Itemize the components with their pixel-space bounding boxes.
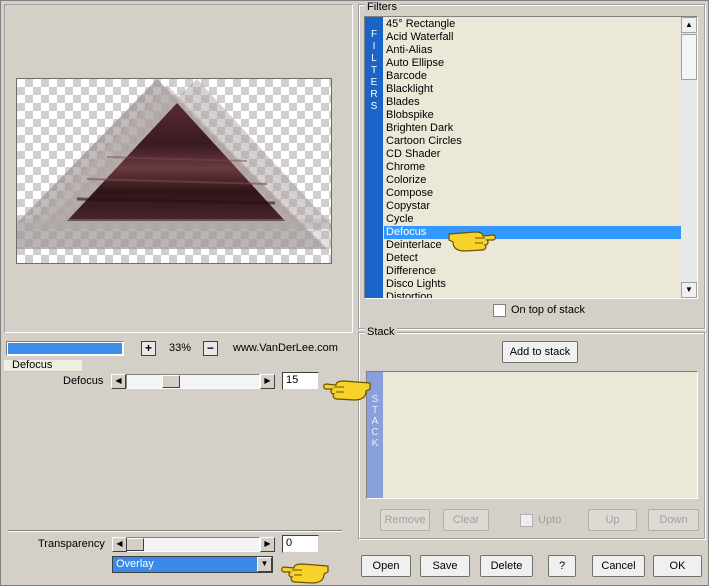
zoom-level: 33% — [168, 342, 192, 354]
divider — [8, 530, 342, 531]
blend-mode-value: Overlay — [116, 558, 154, 570]
preview-canvas[interactable] — [16, 78, 332, 264]
band-letter: T — [370, 65, 378, 76]
ok-button[interactable]: OK — [653, 555, 702, 577]
website-link[interactable]: www.VanDerLee.com — [233, 342, 338, 354]
zoom-out-button[interactable]: − — [203, 341, 218, 356]
filter-list-item[interactable]: Detect — [384, 252, 681, 265]
open-button[interactable]: Open — [361, 555, 411, 577]
band-letter: L — [371, 53, 377, 64]
filter-list-item[interactable]: Blades — [384, 96, 681, 109]
filter-list-item[interactable]: Colorize — [384, 174, 681, 187]
down-button[interactable]: Down — [648, 509, 699, 531]
upto-checkbox[interactable] — [520, 514, 533, 527]
transparency-slider[interactable] — [112, 537, 260, 552]
upto-label: Upto — [538, 514, 562, 526]
filter-list-item[interactable]: Chrome — [384, 161, 681, 174]
filter-list-items[interactable]: 45° Rectangle Acid Waterfall Anti-Alias Aut… — [384, 18, 681, 298]
band-letter: R — [370, 89, 378, 100]
blend-mode-select[interactable]: Overlay ▼ — [112, 556, 273, 573]
filter-list-item[interactable]: Blobspike — [384, 109, 681, 122]
filter-list-item[interactable]: Barcode — [384, 70, 681, 83]
filter-list-item[interactable]: Disco Lights — [384, 278, 681, 291]
stack-group-title: Stack — [365, 326, 397, 338]
scroll-up-button[interactable]: ▲ — [681, 17, 697, 33]
band-letter: I — [372, 41, 376, 52]
filter-list-item[interactable]: Copystar — [384, 200, 681, 213]
filter-list[interactable]: FILTERS 45° Rectangle Acid Waterfall Anti-… — [364, 16, 698, 299]
band-letter: T — [371, 405, 379, 416]
up-button[interactable]: Up — [588, 509, 637, 531]
filters-band: FILTERS — [365, 17, 383, 298]
filter-list-item[interactable]: Defocus — [384, 226, 681, 239]
filter-list-item[interactable]: Anti-Alias — [384, 44, 681, 57]
filter-list-item[interactable]: CD Shader — [384, 148, 681, 161]
scroll-thumb[interactable] — [681, 34, 697, 80]
dropdown-arrow-icon[interactable]: ▼ — [257, 557, 272, 572]
pointing-hand-icon — [323, 380, 371, 401]
defocus-label: Defocus — [63, 375, 104, 387]
progress-fill — [8, 343, 122, 354]
render-progress-bar — [6, 341, 124, 356]
defocus-increase-button[interactable]: ▶ — [260, 374, 275, 389]
defocus-decrease-button[interactable]: ◀ — [111, 374, 126, 389]
defocus-slider[interactable] — [126, 374, 260, 389]
transparency-value-field[interactable]: 0 — [282, 535, 319, 553]
filter-list-item[interactable]: Deinterlace — [384, 239, 681, 252]
remove-button[interactable]: Remove — [380, 509, 430, 531]
on-top-of-stack-checkbox[interactable] — [493, 304, 506, 317]
filter-list-item[interactable]: Cartoon Circles — [384, 135, 681, 148]
stack-list[interactable]: STACK — [366, 371, 698, 499]
band-letter: K — [371, 438, 379, 449]
on-top-of-stack-label: On top of stack — [511, 304, 585, 316]
band-letter: A — [371, 416, 379, 427]
defocus-slider-thumb[interactable] — [162, 375, 180, 388]
help-button[interactable]: ? — [548, 555, 576, 577]
filter-list-item[interactable]: Difference — [384, 265, 681, 278]
band-letter: S — [370, 101, 378, 112]
cancel-button[interactable]: Cancel — [592, 555, 645, 577]
add-to-stack-button[interactable]: Add to stack — [502, 341, 578, 363]
preview-image — [17, 79, 331, 249]
band-letter: C — [371, 427, 379, 438]
filter-list-item[interactable]: 45° Rectangle — [384, 18, 681, 31]
transparency-label: Transparency — [38, 538, 105, 550]
band-letter: F — [370, 29, 378, 40]
filter-list-item[interactable]: Auto Ellipse — [384, 57, 681, 70]
filter-list-item[interactable]: Acid Waterfall — [384, 31, 681, 44]
defocus-value-field[interactable]: 15 — [282, 372, 319, 390]
pointing-hand-icon — [448, 231, 496, 252]
transparency-decrease-button[interactable]: ◀ — [112, 537, 127, 552]
filter-list-item[interactable]: Brighten Dark — [384, 122, 681, 135]
save-button[interactable]: Save — [420, 555, 470, 577]
transparency-slider-thumb[interactable] — [126, 538, 144, 551]
filters-group-title: Filters — [365, 1, 399, 13]
pointing-hand-icon — [281, 563, 329, 584]
delete-button[interactable]: Delete — [480, 555, 533, 577]
filter-list-item[interactable]: Blacklight — [384, 83, 681, 96]
clear-button[interactable]: Clear — [443, 509, 489, 531]
scroll-down-button[interactable]: ▼ — [681, 282, 697, 298]
filter-list-item[interactable]: Compose — [384, 187, 681, 200]
filter-list-item[interactable]: Cycle — [384, 213, 681, 226]
transparency-increase-button[interactable]: ▶ — [260, 537, 275, 552]
zoom-in-button[interactable]: + — [141, 341, 156, 356]
band-letter: E — [370, 77, 378, 88]
filter-list-item[interactable]: Distortion — [384, 291, 681, 298]
filter-list-scrollbar[interactable]: ▲ ▼ — [681, 17, 697, 298]
defocus-group-title: Defocus — [12, 359, 53, 371]
